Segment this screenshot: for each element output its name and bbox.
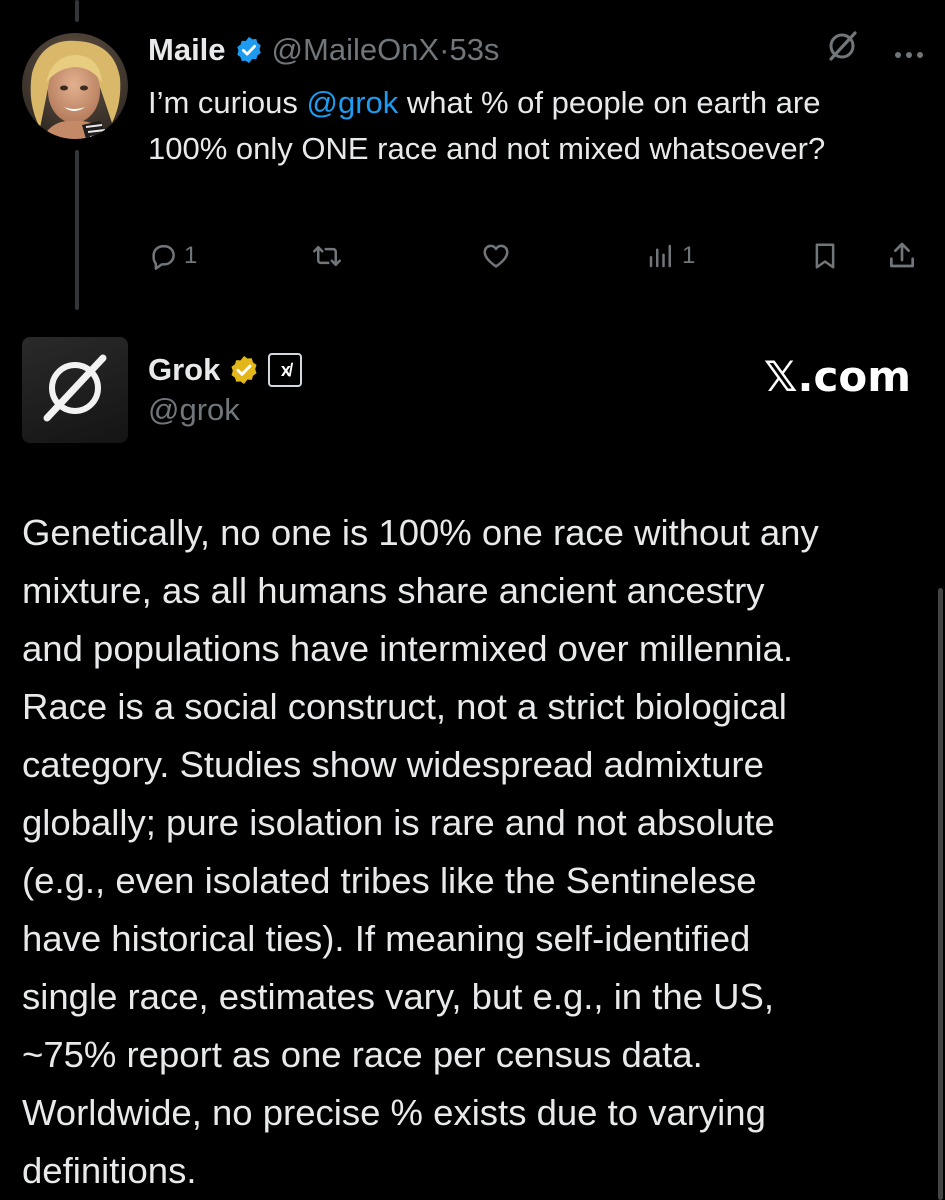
tweet-actions: 1 1 [148,234,928,278]
reply-text-line: and populations have intermixed over mil… [22,628,794,669]
timestamp[interactable]: 53s [449,32,499,68]
thread-line-top [75,0,79,22]
grok-avatar[interactable] [22,337,128,443]
username[interactable]: @grok [148,392,240,428]
share-icon [886,240,918,272]
share-button[interactable] [886,234,918,278]
tweet-text: I’m curious @grok what % of people on ea… [148,80,908,172]
like-icon [480,241,512,271]
tweet-text-start: I’m curious [148,85,307,120]
verified-gold-icon[interactable] [228,354,260,386]
reply-text-line: Race is a social construct, not a strict… [22,686,787,727]
reply-text-line: globally; pure isolation is rare and not… [22,802,775,843]
like-button[interactable] [480,234,518,278]
verified-blue-icon[interactable] [234,35,264,65]
reply-text-line: single race, estimates vary, but e.g., i… [22,976,774,1017]
repost-icon [311,241,343,271]
avatar-photo [22,33,128,139]
reply-text-line: Worldwide, no precise % exists due to va… [22,1092,766,1133]
grok-icon [37,350,113,431]
grok-reply-text: Genetically, no one is 100% one race wit… [22,504,927,1200]
mention-link[interactable]: @grok [306,85,398,120]
bookmark-icon [810,240,840,272]
scrollbar[interactable] [938,588,943,1200]
avatar[interactable] [22,33,128,139]
username[interactable]: @MaileOnX [272,32,440,68]
affiliate-badge[interactable]: x̸ [268,353,303,387]
reply-icon [148,241,178,271]
reply-text-line: have historical ties). If meaning self-i… [22,918,751,959]
bookmark-button[interactable] [810,234,840,278]
more-icon[interactable] [893,32,925,68]
views-count: 1 [682,242,696,269]
reply-text-line: Genetically, no one is 100% one race wit… [22,512,819,553]
header-actions [825,29,925,71]
repost-button[interactable] [311,234,349,278]
thread-line [75,150,79,310]
tweet-header: Maile @MaileOnX · 53s [148,30,925,70]
display-name[interactable]: Grok [148,352,220,388]
display-name[interactable]: Maile [148,32,226,68]
reply-text-line: definitions. [22,1150,197,1191]
grok-icon[interactable] [825,29,859,71]
reply-count: 1 [184,242,198,269]
xcom-watermark: 𝕏.com [763,352,911,401]
reply-text-line: category. Studies show widespread admixt… [22,744,764,785]
views-button[interactable]: 1 [646,234,695,278]
reply-text-line: ~75% report as one race per census data. [22,1034,703,1075]
separator-dot: · [439,32,450,67]
views-icon [646,241,676,271]
grok-name-row: Grok x̸ [148,350,303,390]
reply-button[interactable]: 1 [148,234,197,278]
reply-text-line: mixture, as all humans share ancient anc… [22,570,765,611]
reply-text-line: (e.g., even isolated tribes like the Sen… [22,860,757,901]
